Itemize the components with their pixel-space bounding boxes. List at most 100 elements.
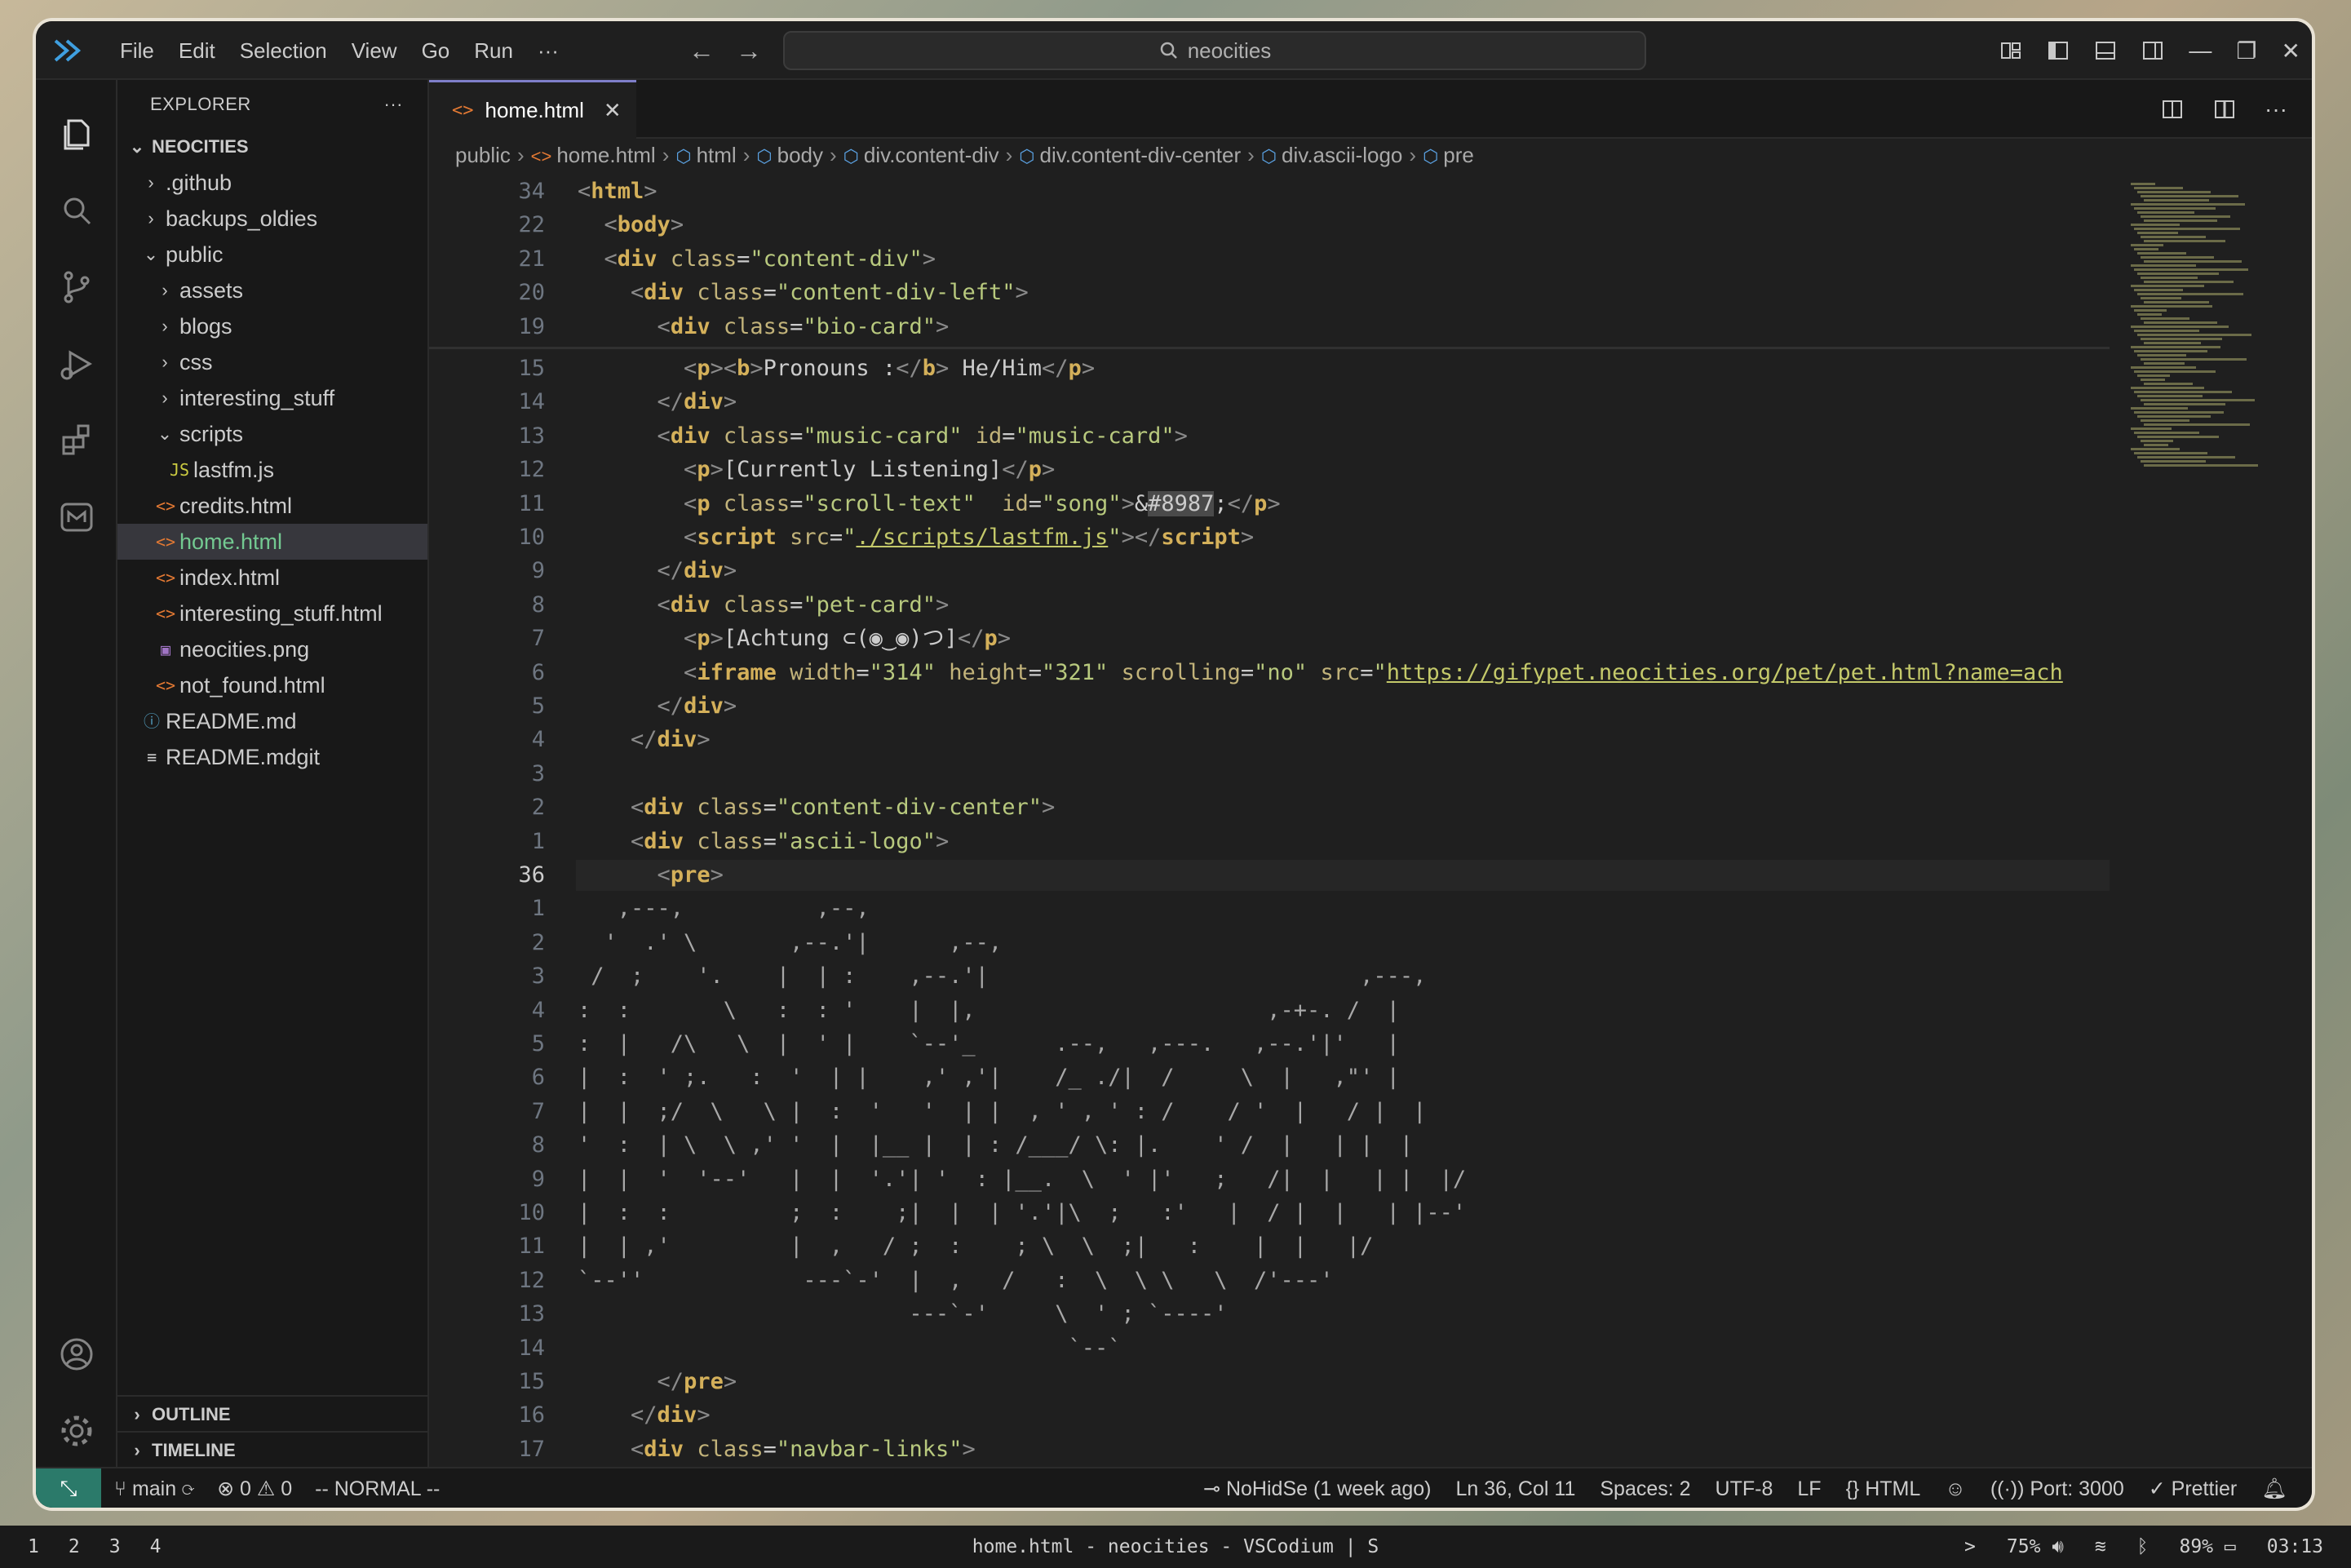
explorer-icon[interactable]	[57, 114, 96, 153]
menu-run[interactable]: Run	[462, 21, 525, 80]
indentation[interactable]: Spaces: 2	[1600, 1477, 1690, 1501]
folder-item[interactable]: › assets	[117, 272, 427, 308]
minimap[interactable]	[2126, 176, 2312, 1467]
live-server-port[interactable]: ((·)) Port: 3000	[1990, 1477, 2124, 1501]
file-item[interactable]: JS lastfm.js	[117, 452, 427, 488]
source-control-icon[interactable]	[57, 268, 96, 307]
battery-indicator[interactable]: 89% ▭	[2179, 1536, 2235, 1557]
file-item[interactable]: <> not_found.html	[117, 667, 427, 703]
more-actions-icon[interactable]: ···	[2265, 96, 2287, 122]
file-item[interactable]: <> credits.html	[117, 488, 427, 524]
menu-file[interactable]: File	[108, 21, 166, 80]
minimize-icon[interactable]: —	[2189, 38, 2212, 64]
command-center-search[interactable]: neocities	[783, 31, 1646, 70]
sticky-scroll-line[interactable]: <html>	[578, 176, 657, 207]
code-line[interactable]: : | /\ \ | ' | `--'_ .--, ,---. ,--.'|' …	[578, 1029, 1400, 1060]
breadcrumb-item[interactable]: ⬡ html	[675, 143, 736, 167]
bluetooth-icon[interactable]: ᛒ	[2137, 1536, 2149, 1557]
vscodium-logo-icon[interactable]	[51, 34, 83, 67]
code-line[interactable]: <div class="content-div-center">	[578, 792, 1055, 823]
workspace-1[interactable]: 1	[28, 1536, 39, 1557]
code-line[interactable]: <div class="pet-card">	[578, 590, 950, 621]
code-line[interactable]: ' .' \ ,--.'| ,--,	[578, 928, 1003, 959]
code-line[interactable]: <div class="ascii-logo">	[578, 826, 949, 857]
breadcrumb-item[interactable]: ⬡ div.ascii-logo	[1261, 143, 1403, 167]
close-window-icon[interactable]: ✕	[2282, 38, 2300, 64]
cursor-position[interactable]: Ln 36, Col 11	[1455, 1477, 1575, 1501]
code-line[interactable]: / ; '. | | : ,--.'| ,---,	[578, 961, 1426, 992]
sticky-scroll-line[interactable]: <div class="bio-card">	[578, 312, 950, 343]
volume-indicator[interactable]: 75% 🔊︎	[2007, 1536, 2064, 1557]
code-line[interactable]: : : \ : : ' | |, ,-+-. / |	[578, 995, 1400, 1026]
code-line[interactable]: <p>[Achtung ⊂(◉‿◉)つ]</p>	[578, 623, 1011, 654]
code-line[interactable]: | : : ; : ;| | | '.'|\ ; :' | / | | | |-…	[578, 1198, 1466, 1229]
menu-edit[interactable]: Edit	[166, 21, 228, 80]
folder-item[interactable]: › interesting_stuff	[117, 380, 427, 416]
close-tab-icon[interactable]: ✕	[604, 98, 622, 123]
breadcrumb-item[interactable]: ⬡ pre	[1423, 143, 1474, 167]
file-item[interactable]: ⓘ README.md	[117, 703, 427, 739]
folder-item[interactable]: › css	[117, 344, 427, 380]
tray-arrow[interactable]: >	[1964, 1536, 1976, 1557]
workspace-3[interactable]: 3	[109, 1536, 121, 1557]
code-line[interactable]: </div>	[578, 691, 737, 722]
code-line[interactable]: </pre>	[578, 1366, 737, 1397]
wifi-icon[interactable]: ≋	[2095, 1536, 2106, 1557]
encoding[interactable]: UTF-8	[1716, 1477, 1773, 1501]
file-item[interactable]: <> index.html	[117, 560, 427, 596]
customize-layout-icon[interactable]	[1999, 39, 2022, 62]
accounts-icon[interactable]	[57, 1335, 96, 1374]
folder-item[interactable]: › .github	[117, 165, 427, 201]
forward-arrow-icon[interactable]: →	[736, 36, 762, 66]
file-item[interactable]: ≡ README.mdgit	[117, 739, 427, 775]
folder-item[interactable]: ⌄ scripts	[117, 416, 427, 452]
remote-explorer-icon[interactable]	[57, 498, 96, 537]
code-line[interactable]: <p>[Currently Listening]</p>	[578, 454, 1055, 485]
menu-selection[interactable]: Selection	[228, 21, 339, 80]
code-line[interactable]: <p><b>Pronouns :</b> He/Him</p>	[578, 353, 1095, 384]
workspace-4[interactable]: 4	[150, 1536, 162, 1557]
open-preview-icon[interactable]	[2160, 97, 2185, 122]
code-line[interactable]: <iframe width="314" height="321" scrolli…	[578, 658, 2063, 689]
end-of-line[interactable]: LF	[1797, 1477, 1821, 1501]
language-mode[interactable]: {} HTML	[1846, 1477, 1921, 1501]
code-line[interactable]: </div>	[578, 387, 737, 418]
back-arrow-icon[interactable]: ←	[688, 36, 715, 66]
explorer-more-icon[interactable]: ···	[384, 94, 403, 115]
code-line[interactable]: ' : | \ \ ,' ' | |__ | | : /___/ \: |. '…	[578, 1130, 1413, 1161]
breadcrumb-item[interactable]: ⬡ div.content-div-center	[1019, 143, 1241, 167]
breadcrumb-item[interactable]: ⬡ body	[756, 143, 823, 167]
split-editor-icon[interactable]	[2212, 97, 2237, 122]
copilot-icon[interactable]: ☺	[1945, 1477, 1966, 1501]
restore-icon[interactable]: ❐	[2236, 38, 2256, 64]
prettier-status[interactable]: ✓ Prettier	[2149, 1477, 2238, 1501]
settings-gear-icon[interactable]	[57, 1411, 96, 1451]
folder-item[interactable]: › blogs	[117, 308, 427, 344]
remote-indicator-icon[interactable]: ⤡	[36, 1468, 101, 1508]
toggle-secondary-sidebar-icon[interactable]	[2141, 39, 2164, 62]
tab-home-html[interactable]: <> home.html ✕	[429, 80, 636, 139]
code-line[interactable]: `--'' ---`-' | , / : \ \ \ \ /'---'	[578, 1265, 1334, 1296]
code-line[interactable]: <p class="scroll-text" id="song">&#8987;…	[578, 489, 1281, 520]
code-line[interactable]: <script src="./scripts/lastfm.js"></scri…	[578, 522, 1254, 553]
code-line[interactable]: ---`-' \ ' ; `----'	[578, 1299, 1227, 1330]
toggle-panel-icon[interactable]	[2094, 39, 2117, 62]
branch-indicator[interactable]: ⑂ main ⟳	[114, 1477, 194, 1501]
file-item[interactable]: <> interesting_stuff.html	[117, 596, 427, 631]
code-editor[interactable]: 34 <html> 22 <body> 21 <div class="content-…	[429, 176, 2110, 1467]
breadcrumb-item[interactable]: ⬡ div.content-div	[843, 143, 999, 167]
code-line[interactable]: | | ;/ \ \ | : ' ' | | , ' , ' : / / ' |…	[578, 1096, 1426, 1127]
code-line[interactable]: <pre>	[578, 860, 724, 891]
code-line[interactable]: `--`	[578, 1333, 1121, 1364]
code-line[interactable]: | : ' ;. : ' | | ,' ,'| /_ ./| / \ | ,"'…	[578, 1062, 1400, 1093]
extensions-icon[interactable]	[57, 421, 96, 460]
folder-item[interactable]: ⌄ NEOCITIES	[117, 129, 427, 165]
workspace-2[interactable]: 2	[69, 1536, 80, 1557]
outline-section[interactable]: › OUTLINE	[117, 1395, 427, 1431]
run-debug-icon[interactable]	[57, 344, 96, 383]
search-sidebar-icon[interactable]	[57, 191, 96, 230]
folder-item[interactable]: › backups_oldies	[117, 201, 427, 237]
menu-more[interactable]: ···	[525, 21, 571, 80]
git-blame[interactable]: ⊸ NoHidSe (1 week ago)	[1203, 1477, 1431, 1501]
code-line[interactable]: <div class="navbar-links">	[578, 1434, 976, 1465]
